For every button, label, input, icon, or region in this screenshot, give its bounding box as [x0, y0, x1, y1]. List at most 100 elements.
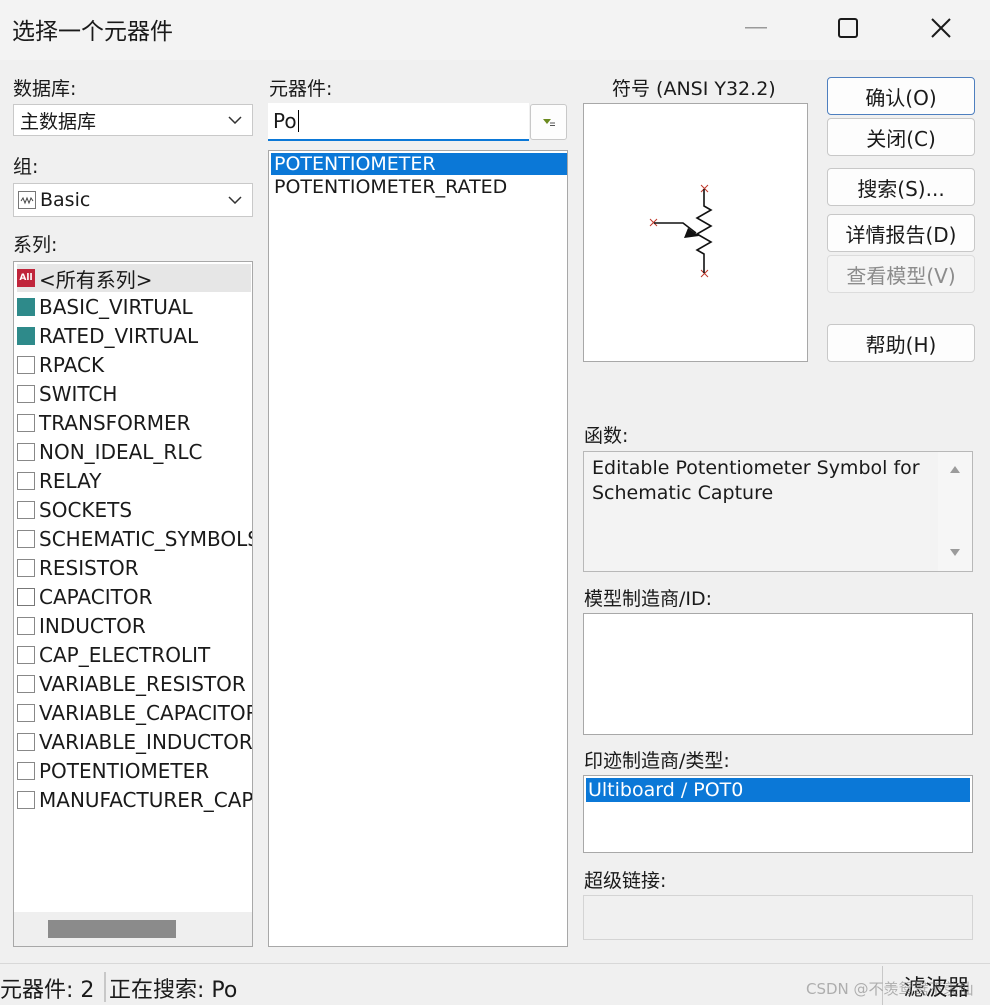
component-search-value: Po	[273, 109, 297, 133]
function-label: 函数:	[584, 425, 629, 447]
view-model-button[interactable]: 查看模型(V)	[827, 255, 975, 293]
model-manufacturer-label: 模型制造商/ID:	[584, 588, 713, 610]
detail-report-button[interactable]: 详情报告(D)	[827, 214, 975, 252]
series-item[interactable]: INDUCTOR	[17, 612, 146, 640]
window-title: 选择一个元器件	[12, 19, 173, 45]
series-item-label: <所有系列>	[39, 267, 153, 292]
close-icon	[931, 18, 951, 38]
series-item[interactable]: CAPACITOR	[17, 583, 152, 611]
maximize-button[interactable]	[825, 8, 871, 48]
series-scrollbar[interactable]	[14, 912, 252, 946]
ok-button[interactable]: 确认(O)	[827, 77, 975, 115]
series-item[interactable]: RESISTOR	[17, 554, 139, 582]
inductor-icon	[17, 617, 35, 635]
filter-dropdown-button[interactable]	[530, 104, 567, 140]
series-item[interactable]: All <所有系列>	[17, 264, 251, 292]
basic-group-icon	[18, 191, 36, 209]
series-item-label: INDUCTOR	[39, 614, 146, 638]
variable-capacitor-icon	[17, 704, 35, 722]
symbol-label: 符号 (ANSI Y32.2)	[612, 78, 776, 100]
series-item-label: VARIABLE_CAPACITOR	[39, 701, 253, 725]
chevron-down-icon	[228, 116, 242, 124]
series-item[interactable]: TRANSFORMER	[17, 409, 191, 437]
variable-resistor-icon	[17, 675, 35, 693]
non-ideal-rlc-icon	[17, 443, 35, 461]
series-item[interactable]: RELAY	[17, 467, 101, 495]
series-item[interactable]: SOCKETS	[17, 496, 132, 524]
close-window-button[interactable]	[918, 8, 964, 48]
series-label: 系列:	[13, 234, 58, 256]
footprint-item-selected[interactable]: Ultiboard / POT0	[586, 778, 970, 802]
model-manufacturer-list[interactable]	[583, 613, 973, 735]
series-item[interactable]: RPACK	[17, 351, 104, 379]
group-value: Basic	[40, 189, 91, 211]
series-item[interactable]: POTENTIOMETER	[17, 757, 209, 785]
series-item[interactable]: SWITCH	[17, 380, 117, 408]
group-dropdown[interactable]: Basic	[13, 183, 253, 217]
series-item[interactable]: RATED_VIRTUAL	[17, 322, 198, 350]
filter-icon	[542, 119, 555, 126]
statusbar-divider	[0, 963, 990, 964]
component-results-list[interactable]: POTENTIOMETER POTENTIOMETER_RATED	[268, 150, 568, 947]
series-item[interactable]: SCHEMATIC_SYMBOLS	[17, 525, 253, 553]
series-item-label: POTENTIOMETER	[39, 759, 210, 783]
series-item[interactable]: BASIC_VIRTUAL	[17, 293, 193, 321]
database-dropdown[interactable]: 主数据库	[13, 104, 253, 136]
maximize-icon	[838, 18, 858, 38]
hyperlink-field[interactable]	[583, 895, 973, 940]
scroll-down-icon[interactable]	[949, 548, 961, 558]
rpack-icon	[17, 356, 35, 374]
text-cursor	[297, 110, 299, 132]
resistor-icon	[17, 559, 35, 577]
function-textbox[interactable]: Editable Potentiometer Symbol for Schema…	[583, 451, 973, 572]
series-item[interactable]: VARIABLE_RESISTOR	[17, 670, 246, 698]
footprint-list[interactable]: Ultiboard / POT0	[583, 775, 973, 853]
series-item-label: VARIABLE_INDUCTOR	[39, 730, 253, 754]
status-component-count: 元器件: 2	[0, 978, 95, 1003]
series-item-label: SCHEMATIC_SYMBOLS	[39, 527, 253, 551]
series-item-label: BASIC_VIRTUAL	[39, 295, 193, 319]
close-button[interactable]: 关闭(C)	[827, 118, 975, 156]
capacitor-icon	[17, 588, 35, 606]
rated-virtual-icon	[17, 327, 35, 345]
scrollbar-thumb[interactable]	[48, 920, 176, 938]
sockets-icon	[17, 501, 35, 519]
relay-icon	[17, 472, 35, 490]
help-button[interactable]: 帮助(H)	[827, 324, 975, 362]
series-item-label: RPACK	[39, 353, 105, 377]
basic-virtual-icon	[17, 298, 35, 316]
search-button[interactable]: 搜索(S)...	[827, 168, 975, 206]
minimize-button[interactable]	[733, 8, 779, 48]
group-label: 组:	[13, 156, 39, 178]
series-item-label: NON_IDEAL_RLC	[39, 440, 203, 464]
series-item[interactable]: MANUFACTURER_CAPACITOR	[17, 786, 253, 814]
series-item-label: RESISTOR	[39, 556, 139, 580]
result-item-selected[interactable]: POTENTIOMETER	[271, 153, 567, 175]
series-item[interactable]: NON_IDEAL_RLC	[17, 438, 202, 466]
series-item-label: MANUFACTURER_CAPACITOR	[39, 788, 253, 812]
function-text: Editable Potentiometer Symbol for Schema…	[592, 457, 920, 504]
chevron-down-icon	[228, 196, 242, 204]
scroll-up-icon[interactable]	[949, 464, 961, 474]
potentiometer-symbol-icon	[649, 184, 713, 278]
series-item[interactable]: VARIABLE_CAPACITOR	[17, 699, 253, 727]
watermark-text: CSDN @不羡鸳鸯不羡仙	[806, 980, 974, 998]
footprint-label: 印迹制造商/类型:	[584, 750, 730, 772]
variable-inductor-icon	[17, 733, 35, 751]
series-item[interactable]: CAP_ELECTROLIT	[17, 641, 210, 669]
potentiometer-icon	[17, 762, 35, 780]
hyperlink-label: 超级链接:	[584, 870, 667, 892]
cap-electrolit-icon	[17, 646, 35, 664]
symbol-preview	[583, 103, 808, 362]
database-label: 数据库:	[13, 78, 77, 100]
function-scrollbar[interactable]	[938, 452, 972, 571]
manufacturer-cap-icon	[17, 791, 35, 809]
result-item[interactable]: POTENTIOMETER_RATED	[271, 176, 567, 198]
component-search-input[interactable]: Po	[268, 103, 529, 141]
component-label: 元器件:	[269, 78, 333, 100]
series-item-label: SOCKETS	[39, 498, 133, 522]
series-item-label: VARIABLE_RESISTOR	[39, 672, 246, 696]
series-item[interactable]: VARIABLE_INDUCTOR	[17, 728, 253, 756]
series-list[interactable]: All <所有系列> BASIC_VIRTUAL RATED_VIRTUAL RPACK…	[13, 261, 253, 947]
series-item-label: CAPACITOR	[39, 585, 153, 609]
